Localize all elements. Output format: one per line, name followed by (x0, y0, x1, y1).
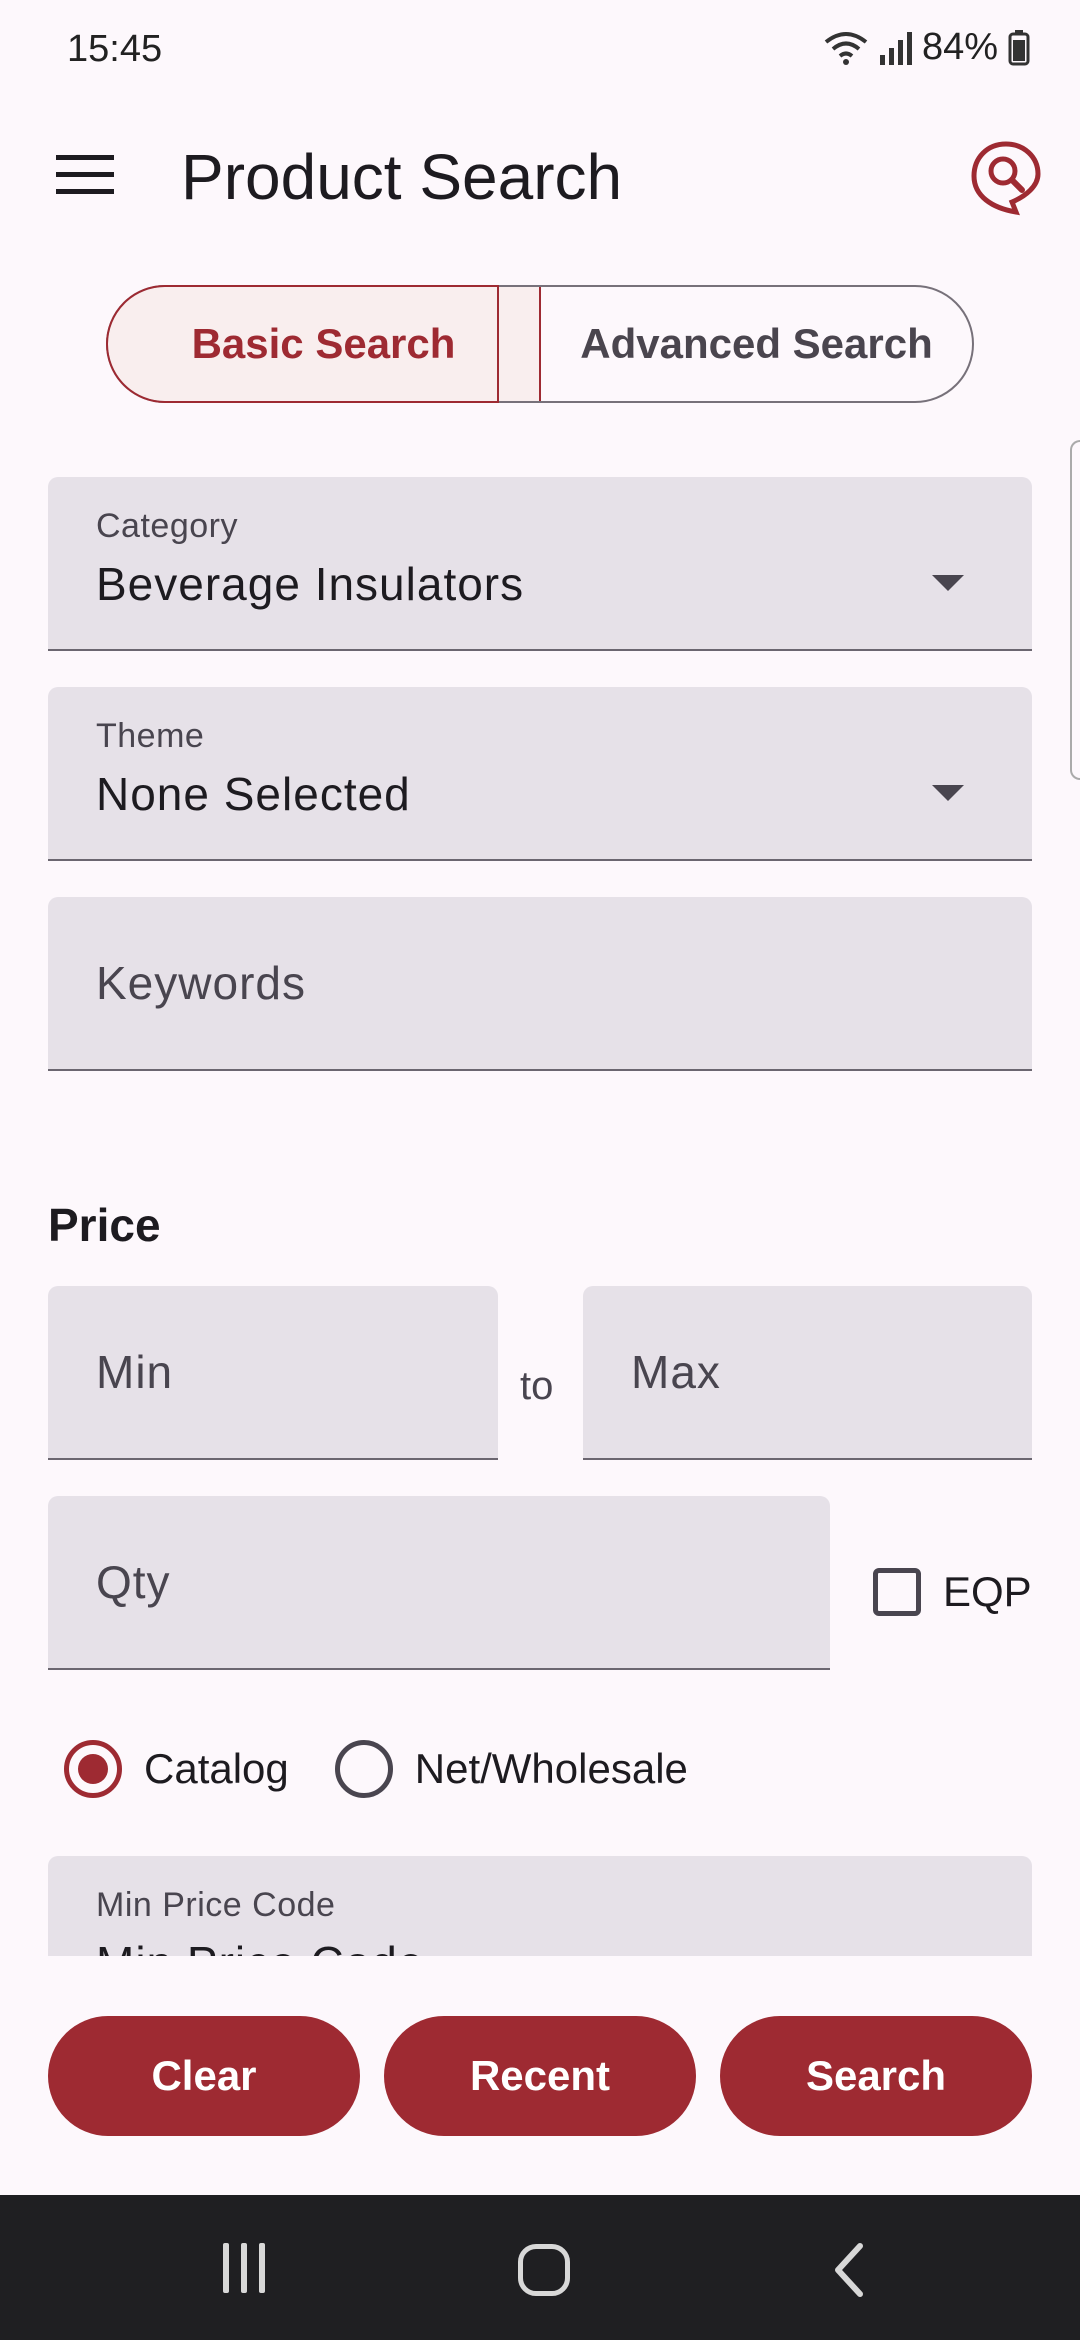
theme-label: Theme (96, 717, 205, 755)
scroll-indicator[interactable] (1070, 440, 1080, 780)
category-value: Beverage Insulators (96, 558, 525, 610)
min-placeholder: Min (96, 1346, 174, 1398)
dropdown-arrow-icon (932, 785, 964, 801)
search-mode-tabs: Basic Search Advanced Search (106, 285, 974, 403)
tab-advanced-search[interactable]: Advanced Search (541, 287, 972, 401)
keywords-placeholder: Keywords (96, 957, 306, 1009)
net-wholesale-radio-label[interactable]: Net/Wholesale (415, 1745, 688, 1793)
search-button[interactable]: Search (720, 2016, 1032, 2136)
min-price-code-value: Min Price Code (96, 1936, 424, 1956)
wifi-icon (824, 31, 868, 65)
battery-percent: 84% (921, 26, 998, 68)
category-label: Category (96, 507, 238, 545)
eqp-checkbox-row[interactable]: EQP (873, 1568, 1032, 1616)
dropdown-arrow-icon (932, 575, 964, 591)
signal-icon (879, 31, 912, 65)
eqp-checkbox[interactable] (873, 1568, 921, 1616)
menu-button[interactable] (40, 135, 130, 215)
max-placeholder: Max (631, 1346, 721, 1398)
home-icon[interactable] (518, 2244, 570, 2296)
theme-dropdown[interactable]: Theme None Selected (48, 687, 1032, 861)
theme-value: None Selected (96, 768, 411, 820)
price-max-input[interactable]: Max (583, 1286, 1032, 1460)
hamburger-menu-icon (56, 155, 114, 194)
eqp-label: EQP (943, 1568, 1032, 1615)
status-icons: 84% (824, 26, 1030, 69)
catalog-radio[interactable] (64, 1740, 122, 1798)
qty-placeholder: Qty (96, 1556, 171, 1608)
tab-basic-search[interactable]: Basic Search (108, 287, 541, 401)
price-heading: Price (48, 1199, 161, 1251)
clear-button[interactable]: Clear (48, 2016, 360, 2136)
search-pin-button[interactable] (970, 140, 1042, 216)
price-range-separator: to (520, 1364, 554, 1408)
back-icon[interactable] (830, 2242, 870, 2298)
price-min-input[interactable]: Min (48, 1286, 498, 1460)
min-price-code-label: Min Price Code (96, 1886, 336, 1924)
search-pin-icon (971, 141, 1041, 216)
price-type-radio-group: Catalog Net/Wholesale (64, 1740, 688, 1798)
category-dropdown[interactable]: Category Beverage Insulators (48, 477, 1032, 651)
net-wholesale-radio[interactable] (334, 1740, 393, 1798)
recent-apps-icon[interactable] (218, 2243, 270, 2293)
status-time: 15:45 (67, 28, 163, 70)
min-price-code-dropdown[interactable]: Min Price Code Min Price Code (48, 1856, 1032, 1956)
catalog-radio-label[interactable]: Catalog (144, 1745, 289, 1793)
recent-button[interactable]: Recent (384, 2016, 696, 2136)
battery-icon (1008, 29, 1030, 65)
keywords-input[interactable]: Keywords (48, 897, 1032, 1071)
page-title: Product Search (181, 141, 623, 213)
qty-input[interactable]: Qty (48, 1496, 830, 1670)
